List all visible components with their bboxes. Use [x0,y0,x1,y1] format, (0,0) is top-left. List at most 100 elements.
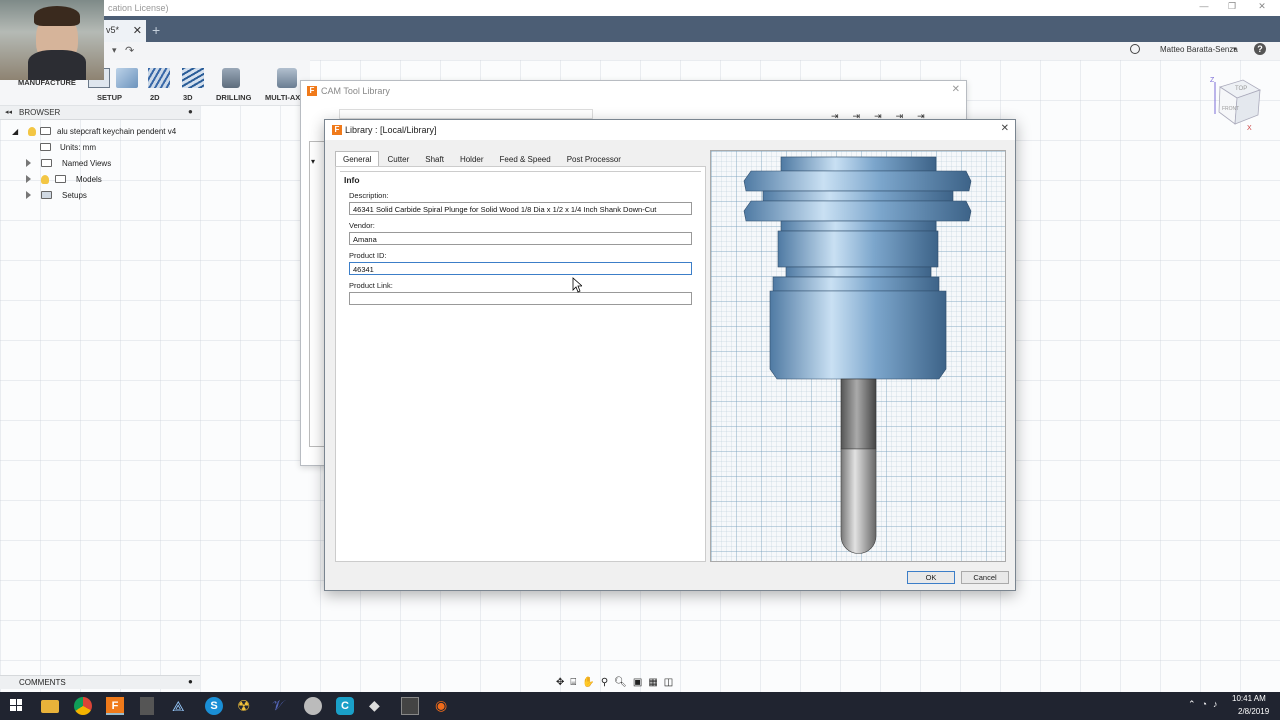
mouse-cursor [572,277,582,293]
toolbar-drilling[interactable]: DRILLING [216,93,251,102]
browser-panel-header[interactable]: ◂◂ BROWSER ● [0,106,200,120]
undo-icon[interactable]: ▾ [112,45,117,56]
expand-arrow-icon[interactable] [26,159,31,167]
app-icon[interactable]: 𝒱 [272,697,284,714]
library-tree [309,141,325,447]
browser-item-label: Units: mm [60,142,96,152]
skype-icon[interactable]: S [205,697,223,715]
cura-icon[interactable]: C [336,697,354,715]
section-title: Info [344,175,360,185]
grid-icon[interactable]: ▦ [648,677,657,688]
toolbar-3d[interactable]: 3D [183,93,193,102]
itunes-icon[interactable] [304,697,322,715]
svg-text:Z: Z [1210,77,1215,84]
top-bar [0,42,1280,60]
visibility-bulb-icon[interactable] [41,174,49,184]
tab-general[interactable]: General [335,151,380,166]
tab-feed-speed[interactable]: Feed & Speed [492,151,559,166]
help-icon[interactable]: ? [1254,43,1266,55]
browser-item-setups[interactable]: Setups [12,187,202,203]
expand-arrow-icon[interactable] [26,191,31,199]
system-tray-icons[interactable]: ⌃◔♪ [1188,699,1223,710]
dialog-tabs: General Cutter Shaft Holder Feed & Speed… [335,151,629,166]
fusion-logo-icon: F [307,86,317,96]
collapse-icon[interactable]: ◂◂ [5,108,12,116]
tab-post-processor[interactable]: Post Processor [559,151,629,166]
chevron-down-icon[interactable]: ▾ [311,157,315,166]
document-tab-bar [0,16,1280,42]
browser-item-named-views[interactable]: Named Views [12,155,202,171]
job-status-icon[interactable] [1130,44,1140,54]
restore-icon[interactable]: ❐ [1226,1,1238,13]
visibility-bulb-icon[interactable] [28,126,36,136]
close-icon[interactable]: ✕ [1001,123,1009,134]
vendor-field[interactable]: Amana [349,232,692,245]
general-panel: Info Description: 46341 Solid Carbide Sp… [335,166,706,562]
3d-adaptive-icon[interactable] [182,68,204,88]
windows-start-icon[interactable] [10,699,22,711]
view-cube[interactable]: TOP FRONT Z X [1205,72,1265,132]
tab-shaft[interactable]: Shaft [417,151,452,166]
title-bar: cation License) — ❐ ✕ [0,0,1280,16]
pan-icon[interactable]: ✋ [582,677,594,688]
file-explorer-icon[interactable] [41,700,59,713]
expanded-arrow-icon[interactable]: ◢ [12,127,22,136]
product-link-field[interactable] [349,292,692,305]
browser-item-models[interactable]: Models [12,171,202,187]
display-settings-icon[interactable]: ▣ [633,677,642,688]
redo-icon[interactable]: ↷ [125,44,134,57]
orbit-icon[interactable]: ✥ [556,677,564,688]
pin-icon[interactable]: ● [188,677,193,686]
vendor-label: Vendor: [349,221,375,230]
setup-icon[interactable] [116,68,138,88]
ok-button[interactable]: OK [907,571,955,584]
description-field[interactable]: 46341 Solid Carbide Spiral Plunge for So… [349,202,692,215]
look-at-icon[interactable]: ⌸ [570,677,576,688]
inkscape-icon[interactable]: ◆ [369,697,380,714]
zoom-icon[interactable]: ⚲ [601,677,608,688]
taskbar-date[interactable]: 2/8/2019 [1238,707,1269,716]
product-id-field[interactable]: 46341 [349,262,692,275]
taskbar-time[interactable]: 10:41 AM [1232,694,1266,703]
setups-icon [41,191,52,199]
document-tab[interactable]: v5* ✕ [100,20,146,42]
toolbar-setup[interactable]: SETUP [97,93,122,102]
tab-holder[interactable]: Holder [452,151,492,166]
minimize-icon[interactable]: — [1198,1,1210,13]
fusion-360-icon[interactable]: F [106,697,124,715]
calculator-icon[interactable] [140,697,154,715]
app-icon[interactable] [401,697,419,715]
close-icon[interactable]: ✕ [952,84,960,95]
toolbar-multi-axis[interactable]: MULTI-AXI [265,93,302,102]
close-icon[interactable]: ✕ [1256,1,1268,13]
navigation-bar: ✥ ⌸ ✋ ⚲ 🔍︎ ▣ ▦ ◫ [556,675,722,690]
browser-tree: ◢ alu stepcraft keychain pendent v4 Unit… [12,123,202,203]
model-icon [55,175,66,183]
radiation-app-icon[interactable]: ☢ [237,697,250,715]
window-title: cation License) [108,3,169,13]
chevron-down-icon[interactable]: ▾ [1233,45,1237,53]
pin-icon[interactable]: ● [188,107,193,116]
2d-adaptive-icon[interactable] [148,68,170,88]
chrome-icon[interactable] [74,697,92,715]
toolbar-2d[interactable]: 2D [150,93,160,102]
drill-icon[interactable] [222,68,240,88]
windows-taskbar [0,692,1280,720]
component-icon [40,127,51,135]
viewports-icon[interactable]: ◫ [664,677,673,688]
fit-icon[interactable]: 🔍︎ [614,677,627,688]
cancel-button[interactable]: Cancel [961,571,1009,584]
browser-item-label: Named Views [62,158,112,168]
blender-icon[interactable]: ◉ [435,697,447,714]
new-tab-icon[interactable]: + [152,22,160,38]
expand-arrow-icon[interactable] [26,175,31,183]
tab-cutter[interactable]: Cutter [379,151,417,166]
browser-root[interactable]: ◢ alu stepcraft keychain pendent v4 [12,123,202,139]
comments-panel[interactable]: COMMENTS ● [0,675,200,689]
close-tab-icon[interactable]: ✕ [133,24,142,37]
app-icon[interactable]: ⟁ [172,698,185,715]
browser-item-units[interactable]: Units: mm [12,139,202,155]
user-menu[interactable]: Matteo Baratta-Senza [1160,45,1238,54]
tool-preview[interactable] [710,150,1006,562]
multi-axis-icon[interactable] [277,68,297,88]
